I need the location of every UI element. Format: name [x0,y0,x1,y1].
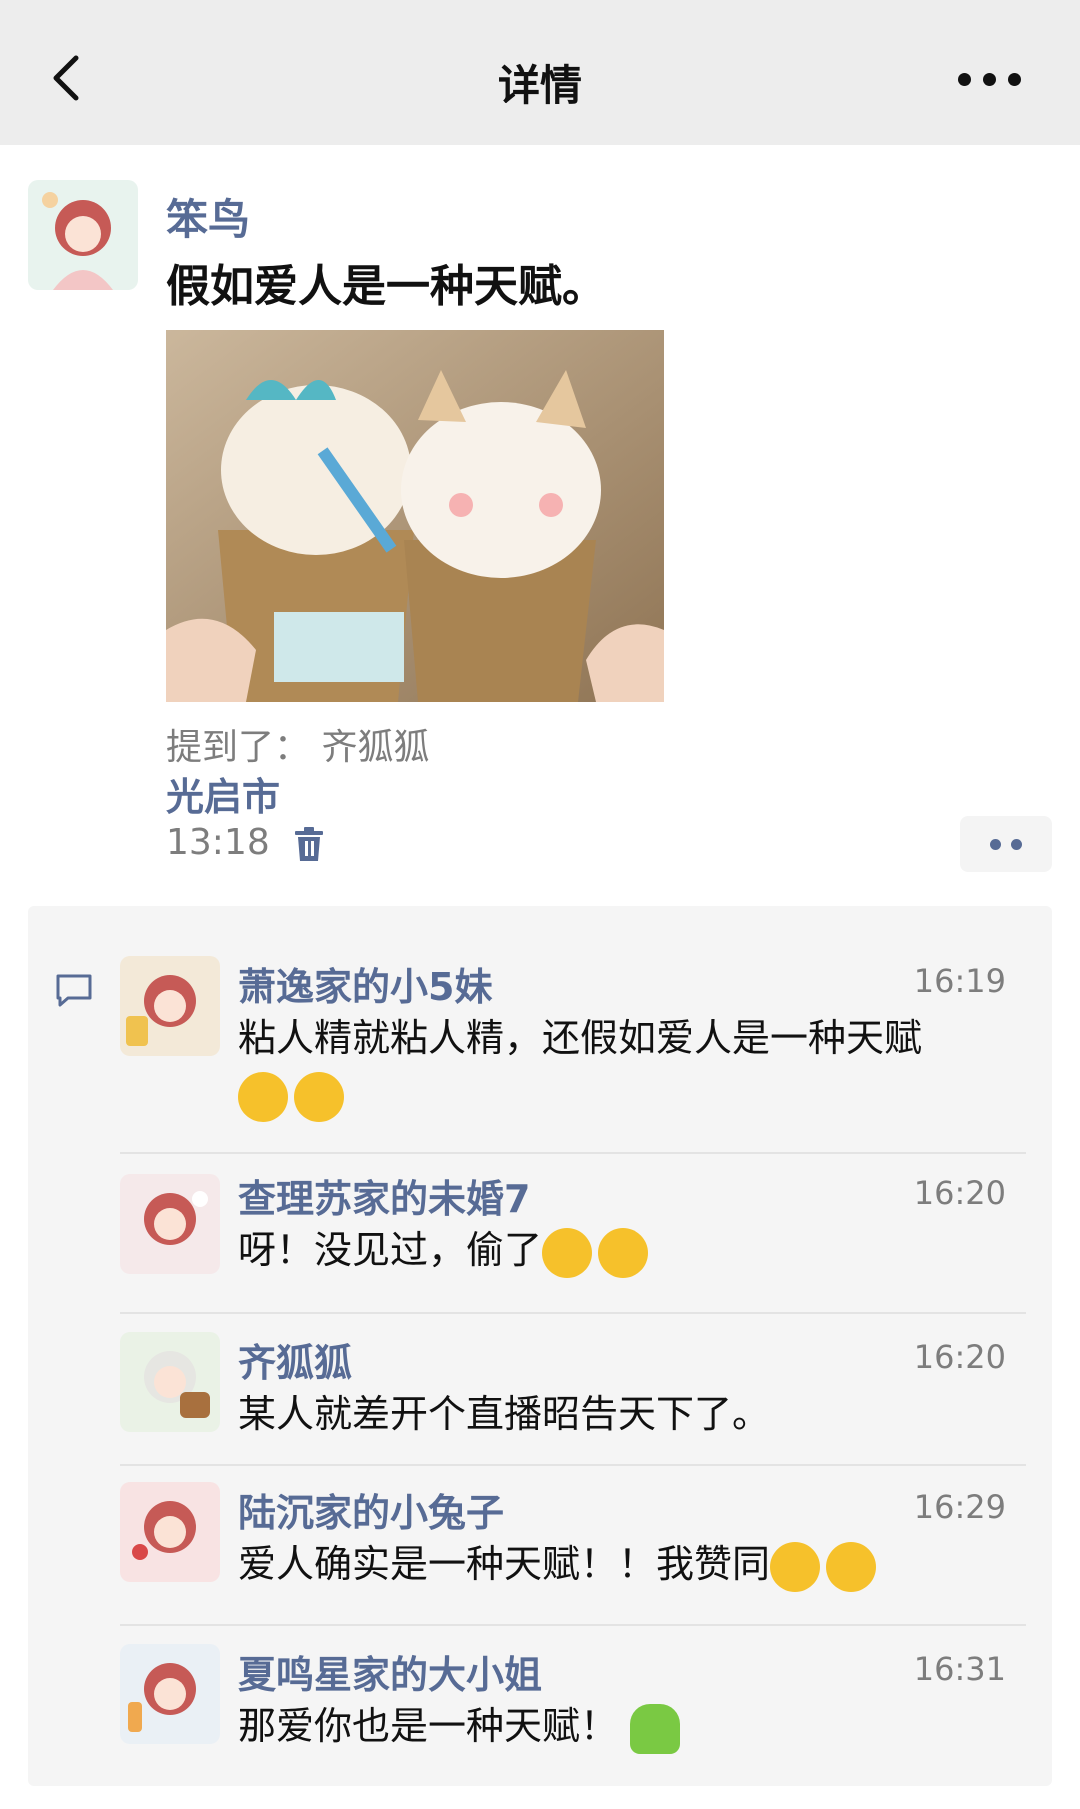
pleading-emoji-icon [826,1541,877,1592]
commenter-name[interactable]: 陆沉家的小兔子 [238,1482,504,1537]
commenter-name[interactable]: 齐狐狐 [238,1332,352,1387]
comment-text-content: 那爱你也是一种天赋！ [238,1704,619,1748]
post-text: 假如爱人是一种天赋。 [166,261,606,312]
like-comment-button[interactable] [960,816,1052,872]
trash-icon[interactable] [293,826,325,862]
divider [120,1464,1026,1466]
green-figure-emoji-icon [630,1703,681,1754]
pleading-emoji-icon [770,1541,821,1592]
comment-time: 16:19 [913,962,1006,1000]
comment-text-content: 粘人精就粘人精，还假如爱人是一种天赋 [238,1016,923,1060]
divider [120,1152,1026,1154]
comment-text: 粘人精就粘人精，还假如爱人是一种天赋 [238,1010,1008,1122]
commenter-name[interactable]: 夏鸣星家的大小姐 [238,1644,542,1699]
kiss-emoji-icon [598,1227,649,1278]
post-time: 13:18 [166,822,270,863]
post-author-avatar[interactable] [28,180,138,290]
comment-time: 16:31 [913,1650,1006,1688]
list-item[interactable]: 齐狐狐 16:20 某人就差开个直播昭告天下了。 [120,1332,1026,1442]
avatar[interactable] [120,1332,220,1432]
comment-text: 呀！没见过，偷了 [238,1222,1008,1278]
avatar[interactable] [120,956,220,1056]
comment-text: 爱人确实是一种天赋！！我赞同 [238,1536,1008,1592]
page-title: 详情 [497,61,582,110]
list-item[interactable]: 陆沉家的小兔子 16:29 爱人确实是一种天赋！！我赞同 [120,1482,1026,1602]
comment-bubble-icon [56,974,92,1007]
post-author-name[interactable]: 笨鸟 [166,186,250,247]
smile-emoji-icon [294,1071,344,1122]
kiss-emoji-icon [542,1227,593,1278]
post-photo[interactable] [166,330,664,702]
comment-text-content: 呀！没见过，偷了 [238,1228,543,1272]
commenter-name[interactable]: 查理苏家的未婚7 [238,1168,530,1223]
comments-panel: 萧逸家的小5妹 16:19 粘人精就粘人精，还假如爱人是一种天赋 查理苏家的未婚… [28,906,1052,1786]
divider [120,1624,1026,1626]
comment-text-content: 爱人确实是一种天赋！！我赞同 [238,1542,771,1586]
top-bar: 详情 [0,0,1080,145]
comment-time: 16:29 [913,1488,1006,1526]
avatar[interactable] [120,1482,220,1582]
divider [120,1312,1026,1314]
comment-text: 某人就差开个直播昭告天下了。 [238,1392,771,1436]
smile-emoji-icon [238,1071,288,1122]
list-item[interactable]: 萧逸家的小5妹 16:19 粘人精就粘人精，还假如爱人是一种天赋 [120,956,1026,1122]
post-mention[interactable]: 提到了： 齐狐狐 [166,718,429,770]
comment-time: 16:20 [913,1338,1006,1376]
commenter-name[interactable]: 萧逸家的小5妹 [238,956,492,1011]
list-item[interactable]: 查理苏家的未婚7 16:20 呀！没见过，偷了 [120,1168,1026,1288]
comment-text: 那爱你也是一种天赋！ [238,1698,1008,1754]
more-dots-icon[interactable] [958,64,1038,94]
post-location[interactable]: 光启市 [166,766,280,821]
avatar[interactable] [120,1644,220,1744]
list-item[interactable]: 夏鸣星家的大小姐 16:31 那爱你也是一种天赋！ [120,1644,1026,1764]
comment-time: 16:20 [913,1174,1006,1212]
avatar[interactable] [120,1174,220,1274]
